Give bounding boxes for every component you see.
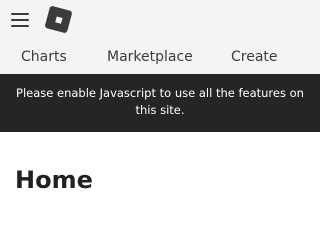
- logo-inner-square: [54, 15, 63, 24]
- nav-link-charts[interactable]: Charts: [21, 49, 67, 65]
- nav-link-marketplace[interactable]: Marketplace: [107, 49, 193, 65]
- main-nav: Charts Marketplace Create: [0, 48, 320, 70]
- page-title: Home: [15, 166, 93, 194]
- menu-line: [11, 13, 29, 15]
- top-navigation-bar: Charts Marketplace Create: [0, 0, 320, 74]
- nav-link-create[interactable]: Create: [231, 49, 278, 65]
- hamburger-menu-icon[interactable]: [11, 12, 29, 28]
- javascript-warning-banner: Please enable Javascript to use all the …: [0, 74, 320, 132]
- menu-line: [11, 19, 29, 21]
- menu-line: [11, 25, 29, 27]
- roblox-logo-icon[interactable]: [44, 5, 73, 34]
